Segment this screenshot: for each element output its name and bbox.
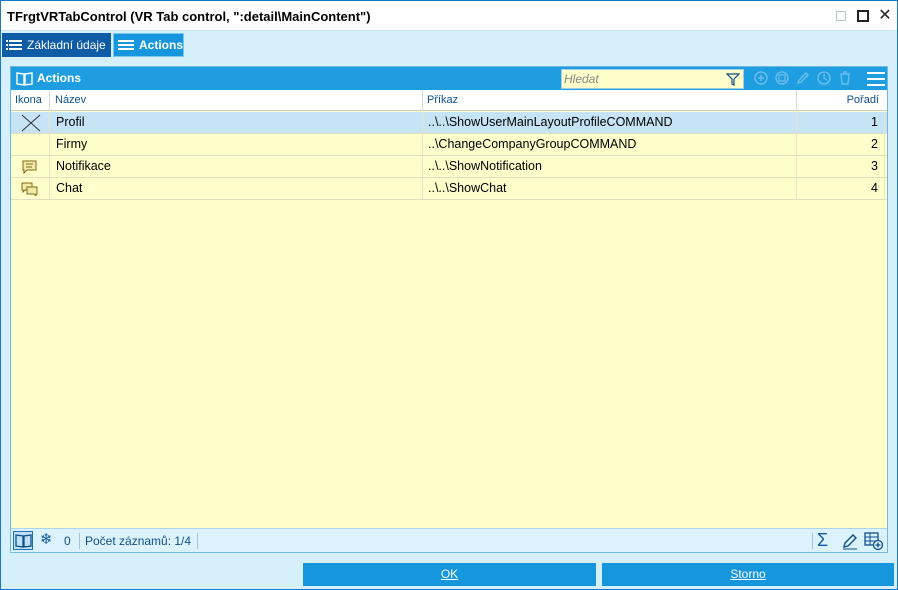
icon-cell [11, 134, 50, 155]
book-icon [16, 72, 33, 86]
title-bar: TFrgtVRTabControl (VR Tab control, ":det… [1, 1, 897, 31]
name-cell: Firmy [51, 134, 423, 155]
tab-label: Actions [138, 38, 183, 52]
add-icon[interactable] [753, 70, 769, 86]
refresh-icon[interactable] [816, 70, 832, 86]
column-header-ikona[interactable]: Ikona [11, 90, 50, 111]
table-row[interactable]: Chat ..\..\ShowChat 4 [11, 178, 887, 200]
copy-icon[interactable] [774, 70, 790, 86]
dialog-window: TFrgtVRTabControl (VR Tab control, ":det… [0, 0, 898, 590]
maximize-button[interactable] [855, 8, 871, 24]
window-title: TFrgtVRTabControl (VR Tab control, ":det… [7, 9, 371, 24]
table-add-icon[interactable] [864, 531, 884, 551]
order-cell: 4 [797, 178, 885, 199]
edit-icon[interactable] [841, 532, 859, 550]
separator [812, 533, 813, 549]
grid-header: Ikona Název Příkaz Pořadí [11, 90, 887, 111]
order-cell: 2 [797, 134, 885, 155]
snowflake-icon[interactable]: ❄ [40, 532, 53, 548]
filter-count: 0 [64, 534, 71, 548]
filter-icon[interactable] [726, 73, 740, 86]
comment-icon [22, 160, 37, 174]
panel-header: Actions [11, 67, 887, 90]
status-bar: ❄ 0 Počet záznamů: 1/4 Σ [11, 528, 887, 552]
list-icon [118, 39, 134, 51]
command-cell: ..\ChangeCompanyGroupCOMMAND [423, 134, 797, 155]
panel-title: Actions [37, 71, 82, 85]
name-cell: Notifikace [51, 156, 423, 177]
name-cell: Profil [51, 112, 423, 133]
column-header-poradi[interactable]: Pořadí [797, 90, 885, 111]
cancel-button[interactable]: Storno [602, 563, 894, 586]
separator [197, 533, 198, 549]
edit-icon[interactable] [795, 70, 811, 86]
order-cell: 1 [797, 112, 885, 133]
sum-icon[interactable]: Σ [817, 530, 828, 550]
column-header-nazev[interactable]: Název [51, 90, 423, 111]
record-count: Počet záznamů: 1/4 [85, 534, 192, 548]
command-cell: ..\..\ShowNotification [423, 156, 797, 177]
actions-panel: Actions Ikona Název Příkaz Pořadí [10, 66, 888, 553]
separator [79, 533, 80, 549]
menu-icon[interactable] [867, 72, 885, 86]
icon-cell [11, 156, 50, 177]
command-cell: ..\..\ShowUserMainLayoutProfileCOMMAND [423, 112, 797, 133]
icon-cell [11, 178, 50, 199]
list-icon [6, 39, 22, 51]
table-row[interactable]: Firmy ..\ChangeCompanyGroupCOMMAND 2 [11, 134, 887, 156]
search-box [561, 69, 744, 89]
tab-label: Základní údaje [27, 38, 106, 52]
tab-actions[interactable]: Actions [113, 33, 184, 57]
tab-zakladni-udaje[interactable]: Základní údaje [2, 33, 111, 57]
icon-cell [11, 112, 50, 133]
table-row[interactable]: Profil ..\..\ShowUserMainLayoutProfileCO… [11, 112, 887, 134]
close-button[interactable]: ✕ [877, 8, 893, 24]
restore-icon [833, 8, 849, 24]
book-icon [15, 534, 32, 548]
book-toggle-button[interactable] [13, 531, 33, 550]
chat-icon [21, 182, 38, 196]
table-row[interactable]: Notifikace ..\..\ShowNotification 3 [11, 156, 887, 178]
command-cell: ..\..\ShowChat [423, 178, 797, 199]
x-icon [21, 114, 41, 132]
delete-icon[interactable] [837, 70, 853, 86]
ok-button[interactable]: OK [303, 563, 596, 586]
column-header-prikaz[interactable]: Příkaz [423, 90, 797, 111]
search-input[interactable] [564, 71, 724, 87]
name-cell: Chat [51, 178, 423, 199]
order-cell: 3 [797, 156, 885, 177]
